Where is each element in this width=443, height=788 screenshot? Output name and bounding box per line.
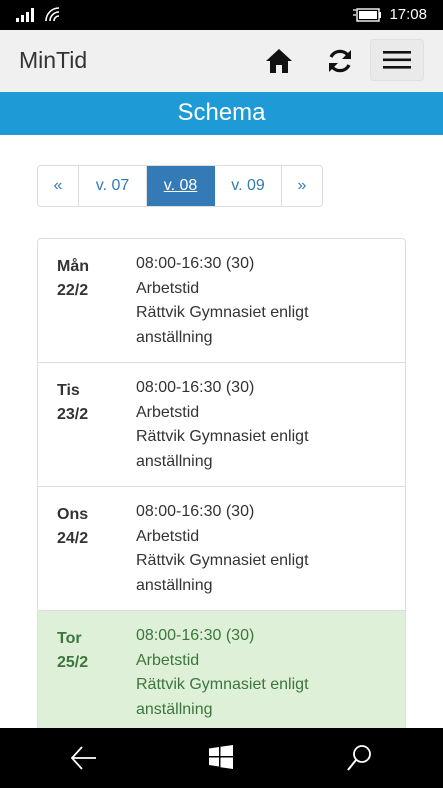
home-icon[interactable]: [263, 45, 295, 77]
day-date: 25/2: [57, 654, 89, 671]
status-time: 17:08: [389, 6, 427, 23]
shift-type: Arbetstid: [136, 403, 200, 421]
day-date: 23/2: [57, 406, 89, 423]
schedule-row-today[interactable]: Tor 25/2 08:00-16:30 (30) Arbetstid Rätt…: [38, 611, 405, 735]
search-icon[interactable]: [346, 744, 372, 772]
system-nav-bar: [0, 728, 443, 788]
shift-location: Rättvik Gymnasiet enligt: [136, 552, 309, 569]
day-cell: Ons 24/2: [57, 503, 88, 551]
day-cell: Mån 22/2: [57, 255, 89, 303]
day-name: Tis: [57, 382, 80, 399]
signal-icon: [16, 8, 34, 22]
shift-details: 08:00-16:30 (30) Arbetstid Rättvik Gymna…: [136, 500, 386, 598]
week-09-link[interactable]: v. 09: [215, 166, 282, 206]
shift-details: 08:00-16:30 (30) Arbetstid Rättvik Gymna…: [136, 252, 386, 350]
shift-time: 08:00-16:30 (30): [136, 255, 255, 272]
day-cell: Tor 25/2: [57, 627, 88, 675]
week-pagination: « v. 07 v. 08 v. 09 »: [37, 165, 323, 207]
day-name: Ons: [57, 506, 89, 523]
day-name: Tor: [57, 630, 82, 647]
menu-button[interactable]: [370, 39, 424, 81]
app-brand[interactable]: MinTid: [19, 47, 87, 74]
back-arrow-icon[interactable]: [70, 745, 98, 771]
day-date: 22/2: [57, 282, 89, 299]
shift-location: Rättvik Gymnasiet enligt: [136, 428, 309, 445]
wifi-icon: [45, 7, 60, 22]
page-title: Schema: [0, 92, 443, 135]
status-bar: 17:08: [0, 0, 443, 30]
app-navbar: MinTid: [0, 30, 443, 93]
week-07-link[interactable]: v. 07: [79, 166, 147, 206]
shift-location: Rättvik Gymnasiet enligt: [136, 304, 309, 321]
shift-details: 08:00-16:30 (30) Arbetstid Rättvik Gymna…: [136, 624, 386, 722]
schedule-row[interactable]: Ons 24/2 08:00-16:30 (30) Arbetstid Rätt…: [38, 487, 405, 611]
shift-location: Rättvik Gymnasiet enligt: [136, 676, 309, 693]
prev-week-button[interactable]: «: [38, 166, 79, 206]
shift-location-cont: anställning: [136, 328, 213, 346]
schedule-row[interactable]: Tis 23/2 08:00-16:30 (30) Arbetstid Rätt…: [38, 363, 405, 487]
shift-location-cont: anställning: [136, 576, 213, 594]
day-name: Mån: [57, 258, 89, 275]
shift-time: 08:00-16:30 (30): [136, 503, 255, 520]
shift-time: 08:00-16:30 (30): [136, 627, 255, 644]
shift-details: 08:00-16:30 (30) Arbetstid Rättvik Gymna…: [136, 376, 386, 474]
day-date: 24/2: [57, 530, 89, 547]
windows-start-icon[interactable]: [209, 745, 233, 769]
shift-type: Arbetstid: [136, 279, 200, 297]
week-08-link-active[interactable]: v. 08: [147, 166, 215, 206]
day-cell: Tis 23/2: [57, 379, 88, 427]
schedule-row[interactable]: Mån 22/2 08:00-16:30 (30) Arbetstid Rätt…: [38, 239, 405, 363]
refresh-icon[interactable]: [324, 45, 356, 77]
battery-icon: [353, 8, 381, 22]
shift-type: Arbetstid: [136, 651, 200, 669]
shift-time: 08:00-16:30 (30): [136, 379, 255, 396]
hamburger-menu-icon: [383, 51, 411, 69]
shift-location-cont: anställning: [136, 452, 213, 470]
schedule-list: Mån 22/2 08:00-16:30 (30) Arbetstid Rätt…: [37, 238, 406, 738]
next-week-button[interactable]: »: [282, 166, 322, 206]
shift-location-cont: anställning: [136, 700, 213, 718]
shift-type: Arbetstid: [136, 527, 200, 545]
